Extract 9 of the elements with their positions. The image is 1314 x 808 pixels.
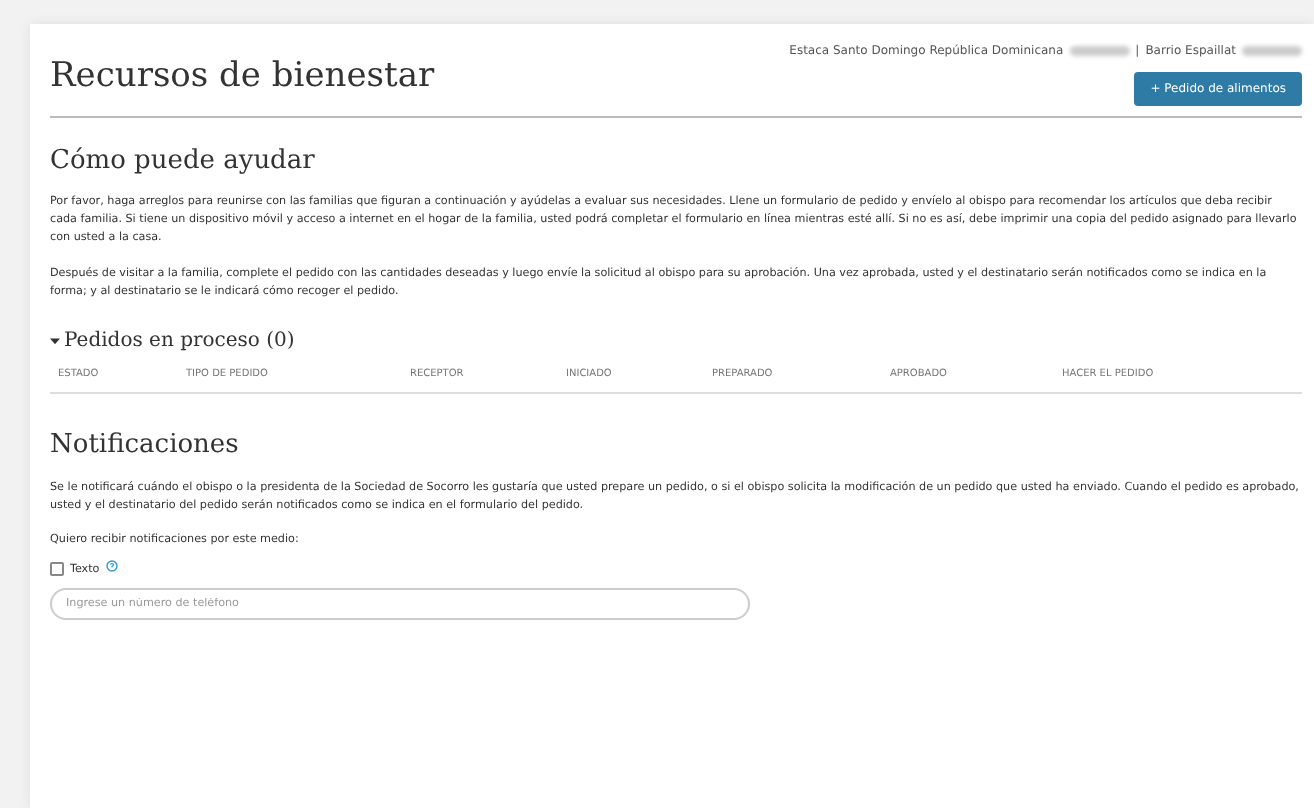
help-icon[interactable]	[105, 559, 118, 571]
section-heading: Cómo puede ayudar	[50, 146, 317, 176]
page-title: Recursos de bienestar	[50, 56, 435, 96]
checkbox[interactable]	[50, 562, 64, 576]
section-heading: Notificaciones	[50, 430, 241, 460]
section-heading[interactable]: Pedidos en proceso (0)	[64, 330, 295, 352]
redacted-mark	[1242, 46, 1302, 56]
caret-icon[interactable]	[50, 336, 60, 346]
redacted-mark	[1069, 46, 1130, 56]
